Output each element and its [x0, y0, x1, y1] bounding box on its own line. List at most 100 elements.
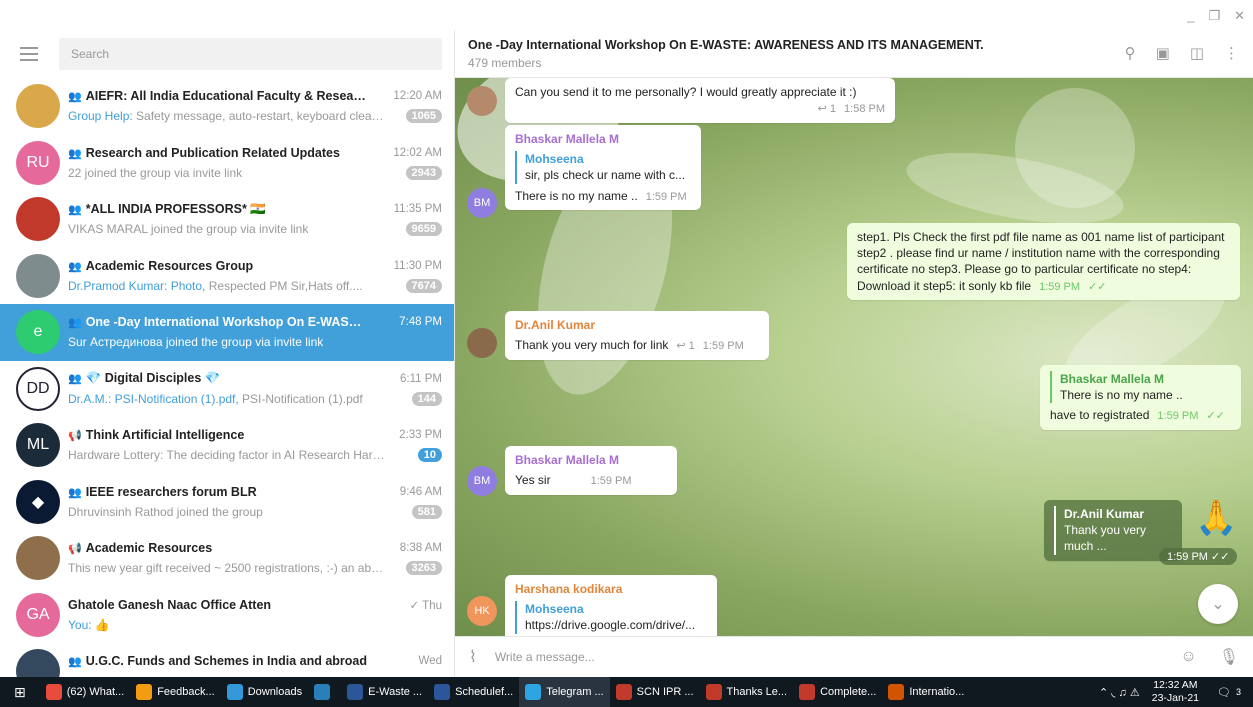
search-icon[interactable]: ⚲ — [1125, 44, 1136, 62]
user-avatar[interactable] — [467, 328, 497, 358]
message-bubble-outgoing[interactable]: Bhaskar Mallela M There is no my name ..… — [1040, 365, 1241, 431]
app-icon — [525, 684, 542, 700]
user-avatar[interactable]: HK — [467, 596, 497, 626]
sticker-image[interactable]: 🙏 — [1195, 498, 1237, 538]
chat-avatar: ◆ — [16, 479, 60, 524]
message-time: 1:59 PM ✓✓ — [1159, 548, 1238, 565]
message-bubble[interactable]: Harshana kodikara Mohseena https://drive… — [505, 575, 717, 636]
chat-preview: Dr.A.M.: PSI-Notification (1).pdf, PSI-N… — [68, 391, 363, 406]
app-icon — [615, 684, 632, 700]
taskbar-app-button[interactable]: Feedback... — [130, 677, 220, 707]
taskbar-app-button[interactable] — [308, 677, 341, 707]
taskbar-app-label: Thanks Le... — [726, 686, 788, 698]
taskbar-app-button[interactable]: Telegram ... — [519, 677, 610, 707]
clock[interactable]: 12:32 AM 23-Jan-21 — [1146, 677, 1205, 707]
chat-list-item[interactable]: 👥 AIEFR: All India Educational Faculty & … — [0, 78, 454, 135]
message-time: 1:59 PM — [702, 340, 744, 353]
message-bubble[interactable]: Dr.Anil Kumar Thank you very much for li… — [505, 311, 769, 361]
sender-name[interactable]: Bhaskar Mallela M — [515, 452, 667, 468]
close-button[interactable]: ✕ — [1234, 8, 1245, 24]
message-input[interactable]: Write a message... — [495, 650, 1181, 664]
group-icon: 👥 — [68, 91, 82, 104]
sender-name[interactable]: Harshana kodikara — [515, 581, 707, 597]
taskbar-app-label: SCN IPR ... — [636, 686, 694, 698]
chat-time: 11:35 PM — [393, 203, 442, 216]
taskbar-app-label: Downloads — [247, 686, 303, 698]
hamburger-menu-icon[interactable] — [20, 47, 38, 61]
chat-name: 👥 AIEFR: All India Educational Faculty & … — [68, 89, 368, 104]
taskbar-app-label: Internatio... — [909, 686, 965, 698]
group-icon: 👥 — [68, 373, 82, 386]
reply-quote[interactable]: Mohseena https://drive.google.com/drive/… — [515, 601, 707, 634]
microphone-icon[interactable]: 🎙 — [1219, 647, 1239, 667]
search-input[interactable]: Search — [59, 38, 442, 70]
chat-name: 👥 Research and Publication Related Update… — [68, 145, 340, 160]
taskbar-app-button[interactable]: (62) What... — [40, 677, 130, 707]
chat-time: 12:02 AM — [393, 146, 442, 159]
reply-count[interactable]: ↩ 1 — [676, 340, 694, 352]
sender-name[interactable]: Dr.Anil Kumar — [515, 317, 759, 333]
message-area: Can you send it to me personally? I woul… — [455, 78, 1253, 636]
chat-list-item[interactable]: 👥 U.G.C. Funds and Schemes in India and a… — [0, 643, 454, 677]
chat-header[interactable]: One -Day International Workshop On E-WAS… — [455, 30, 1253, 78]
taskbar-app-button[interactable]: Internatio... — [882, 677, 970, 707]
taskbar-app-label: Complete... — [820, 686, 877, 698]
user-avatar[interactable]: BM — [467, 188, 497, 218]
start-button[interactable]: ⊞ — [0, 677, 40, 707]
tray-icons[interactable]: ⌃ ◟ ♫ ⚠ — [1099, 686, 1140, 699]
chat-list-item[interactable]: 📢 Academic Resources 8:38 AM This new yea… — [0, 530, 454, 587]
quote-author: Mohseena — [525, 602, 584, 617]
chevron-down-icon: ⌄ — [1211, 596, 1225, 613]
message-time: 1:59 PM — [590, 475, 632, 488]
chat-time: ✓ Thu — [409, 599, 442, 612]
taskbar-app-button[interactable]: Complete... — [793, 677, 882, 707]
chat-avatar: e — [16, 310, 60, 354]
voice-chat-icon[interactable]: ▣ — [1156, 44, 1170, 62]
user-avatar[interactable] — [467, 86, 497, 116]
chat-name: 📢 Think Artificial Intelligence — [68, 428, 245, 443]
chat-list-item[interactable]: GA Ghatole Ganesh Naac Office Atten ✓ Th… — [0, 587, 454, 644]
notification-icon: 🗨 — [1217, 686, 1231, 699]
chat-preview: Hardware Lottery: The deciding factor in… — [68, 448, 388, 463]
chat-list-item[interactable]: ◆ 👥 IEEE researchers forum BLR 9:46 AM Dh… — [0, 474, 454, 531]
attach-icon[interactable]: ⌇ — [469, 647, 477, 667]
scroll-down-button[interactable]: ⌄ — [1198, 584, 1238, 624]
system-tray[interactable]: ⌃ ◟ ♫ ⚠ — [1093, 677, 1146, 707]
taskbar-app-button[interactable]: SCN IPR ... — [610, 677, 700, 707]
chat-time: 6:11 PM — [400, 372, 442, 385]
sidebar-toggle-icon[interactable]: ◫ — [1190, 44, 1204, 62]
chat-name: 👥 💎 Digital Disciples 💎 — [68, 371, 221, 386]
message-bubble[interactable]: Can you send it to me personally? I woul… — [505, 78, 895, 124]
message-bubble[interactable]: Bhaskar Mallela M Mohseena sir, pls chec… — [505, 125, 701, 211]
minimize-button[interactable]: _ — [1187, 8, 1194, 24]
emoji-icon[interactable]: ☺ — [1180, 648, 1196, 666]
message-bubble-outgoing[interactable]: step1. Pls Check the first pdf file name… — [847, 223, 1240, 301]
taskbar-app-button[interactable]: Thanks Le... — [700, 677, 794, 707]
group-icon: 👥 — [68, 486, 82, 499]
more-options-icon[interactable]: ⋮ — [1224, 44, 1239, 62]
taskbar-app-button[interactable]: E-Waste ... — [341, 677, 428, 707]
group-icon: 👥 — [68, 147, 82, 160]
channel-icon: 📢 — [68, 430, 82, 443]
app-icon — [347, 684, 364, 700]
chat-list-item[interactable]: DD 👥 💎 Digital Disciples 💎 6:11 PM Dr.A.M… — [0, 361, 454, 418]
sender-name[interactable]: Bhaskar Mallela M — [515, 131, 691, 147]
reply-count[interactable]: ↩ 1 — [818, 103, 836, 115]
chat-list-item[interactable]: RU 👥 Research and Publication Related Upd… — [0, 135, 454, 192]
taskbar-app-button[interactable]: Downloads — [221, 677, 308, 707]
notification-center-button[interactable]: 🗨 3 — [1205, 677, 1253, 707]
reply-quote[interactable]: Mohseena sir, pls check ur name with c..… — [515, 151, 691, 184]
taskbar-app-button[interactable]: Schedulef... — [428, 677, 519, 707]
user-avatar[interactable]: BM — [467, 466, 497, 496]
chat-list-item[interactable]: 👥 Academic Resources Group 11:30 PM Dr.Pr… — [0, 248, 454, 305]
reply-quote[interactable]: Bhaskar Mallela M There is no my name .. — [1050, 371, 1231, 404]
chat-list-item[interactable]: e 👥 One -Day International Workshop On E-… — [0, 304, 454, 361]
chat-list-item[interactable]: ML 📢 Think Artificial Intelligence 2:33 P… — [0, 417, 454, 474]
restore-button[interactable]: ❐ — [1208, 8, 1220, 24]
unread-badge: 10 — [417, 448, 442, 463]
chat-list-item[interactable]: 👥 *ALL INDIA PROFESSORS* 🇮🇳 11:35 PM VIKA… — [0, 191, 454, 248]
chat-preview: Group Help: Safety message, auto-restart… — [68, 109, 388, 124]
message-bubble[interactable]: Bhaskar Mallela M Yes sir 1:59 PM — [505, 446, 677, 496]
chat-time: 12:20 AM — [393, 90, 442, 103]
chat-preview: You: 👍 — [68, 617, 110, 632]
